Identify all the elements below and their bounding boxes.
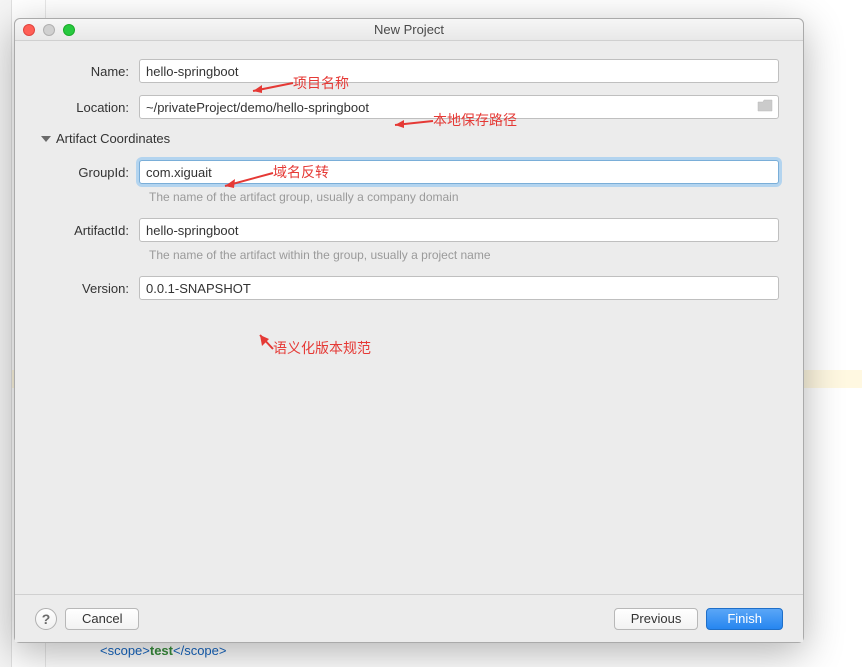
annotation-arrows [15,41,803,594]
location-row: Location: [39,95,779,119]
background-code-line: <scope>test</scope> [100,643,227,659]
minimize-icon [43,24,55,36]
version-input[interactable] [139,276,779,300]
groupid-input[interactable] [139,160,779,184]
artifactid-input[interactable] [139,218,779,242]
new-project-dialog: New Project Name: Location: Artifact Coo… [14,18,804,643]
dialog-button-bar: ? Cancel Previous Finish [15,594,803,642]
version-row: Version: [39,276,779,300]
editor-gutter [0,0,12,667]
cancel-button[interactable]: Cancel [65,608,139,630]
location-input[interactable] [139,95,779,119]
section-title: Artifact Coordinates [56,131,170,146]
close-icon[interactable] [23,24,35,36]
annotation-version: 语义化版本规范 [273,338,371,358]
window-controls [23,24,75,36]
dialog-content: Name: Location: Artifact Coordinates Gro… [15,41,803,594]
artifact-coordinates-section[interactable]: Artifact Coordinates [41,131,779,146]
version-label: Version: [39,281,139,296]
groupid-hint: The name of the artifact group, usually … [149,190,779,204]
artifactid-hint: The name of the artifact within the grou… [149,248,779,262]
groupid-row: GroupId: [39,160,779,184]
name-label: Name: [39,64,139,79]
location-label: Location: [39,100,139,115]
help-button[interactable]: ? [35,608,57,630]
dialog-title: New Project [374,22,444,37]
previous-button[interactable]: Previous [614,608,699,630]
maximize-icon[interactable] [63,24,75,36]
chevron-down-icon [41,136,51,142]
artifactid-label: ArtifactId: [39,223,139,238]
name-input[interactable] [139,59,779,83]
finish-button[interactable]: Finish [706,608,783,630]
name-row: Name: [39,59,779,83]
folder-icon[interactable] [757,99,773,113]
artifactid-row: ArtifactId: [39,218,779,242]
groupid-label: GroupId: [39,165,139,180]
dialog-titlebar: New Project [15,19,803,41]
